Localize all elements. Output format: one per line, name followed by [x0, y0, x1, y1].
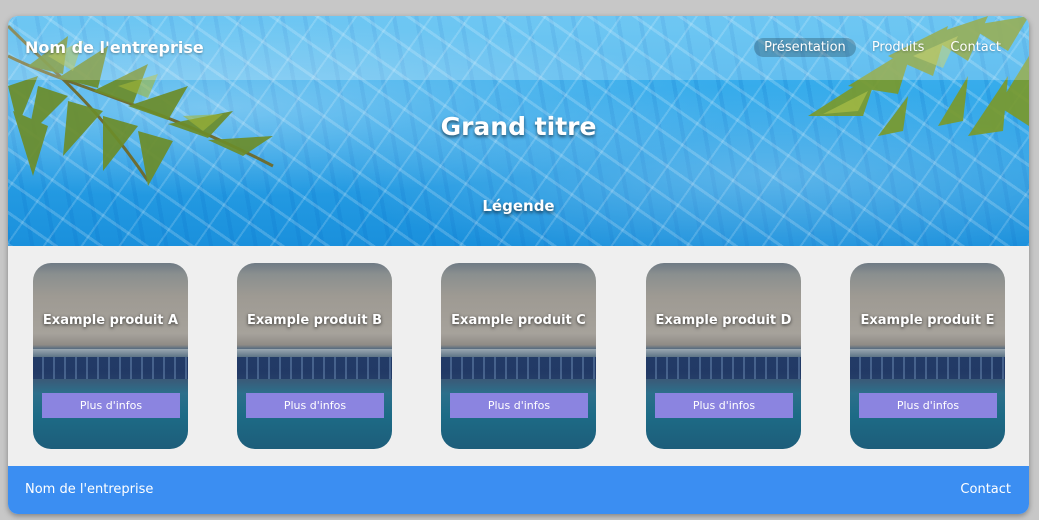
- top-navigation-bar: Nom de l'entreprise Présentation Produit…: [8, 16, 1029, 80]
- products-section: Example produit A Plus d'infos Example p…: [8, 246, 1029, 466]
- brand-name[interactable]: Nom de l'entreprise: [25, 38, 204, 57]
- main-nav: Présentation Produits Contact: [754, 38, 1011, 57]
- product-card-a: Example produit A Plus d'infos: [33, 263, 188, 449]
- product-title: Example produit B: [246, 313, 382, 328]
- pool-edge-image: [441, 349, 596, 357]
- product-title: Example produit D: [655, 313, 792, 328]
- hero-title: Grand titre: [440, 112, 597, 141]
- more-info-button[interactable]: Plus d'infos: [42, 393, 180, 418]
- product-title: Example produit C: [451, 313, 586, 328]
- page-window: Nom de l'entreprise Présentation Produit…: [8, 16, 1029, 514]
- pool-edge-image: [850, 349, 1005, 357]
- more-info-button[interactable]: Plus d'infos: [655, 393, 793, 418]
- footer-contact-link[interactable]: Contact: [960, 482, 1011, 497]
- product-title: Example produit E: [860, 313, 995, 328]
- footer-brand-name: Nom de l'entreprise: [25, 482, 154, 497]
- pool-tiles-image: [33, 357, 188, 379]
- pool-edge-image: [237, 349, 392, 357]
- nav-link-contact[interactable]: Contact: [940, 38, 1011, 57]
- product-card-d: Example produit D Plus d'infos: [646, 263, 801, 449]
- pool-tiles-image: [850, 357, 1005, 379]
- product-card-e: Example produit E Plus d'infos: [850, 263, 1005, 449]
- product-card-c: Example produit C Plus d'infos: [441, 263, 596, 449]
- hero-banner: Nom de l'entreprise Présentation Produit…: [8, 16, 1029, 246]
- product-title: Example produit A: [42, 313, 179, 328]
- pool-edge-image: [33, 349, 188, 357]
- pool-edge-image: [646, 349, 801, 357]
- pool-tiles-image: [441, 357, 596, 379]
- more-info-button[interactable]: Plus d'infos: [859, 393, 997, 418]
- nav-link-produits[interactable]: Produits: [862, 38, 935, 57]
- footer: Nom de l'entreprise Contact: [8, 466, 1029, 514]
- product-card-b: Example produit B Plus d'infos: [237, 263, 392, 449]
- more-info-button[interactable]: Plus d'infos: [450, 393, 588, 418]
- pool-tiles-image: [237, 357, 392, 379]
- pool-tiles-image: [646, 357, 801, 379]
- hero-caption: Légende: [482, 197, 555, 215]
- more-info-button[interactable]: Plus d'infos: [246, 393, 384, 418]
- nav-link-presentation[interactable]: Présentation: [754, 38, 856, 57]
